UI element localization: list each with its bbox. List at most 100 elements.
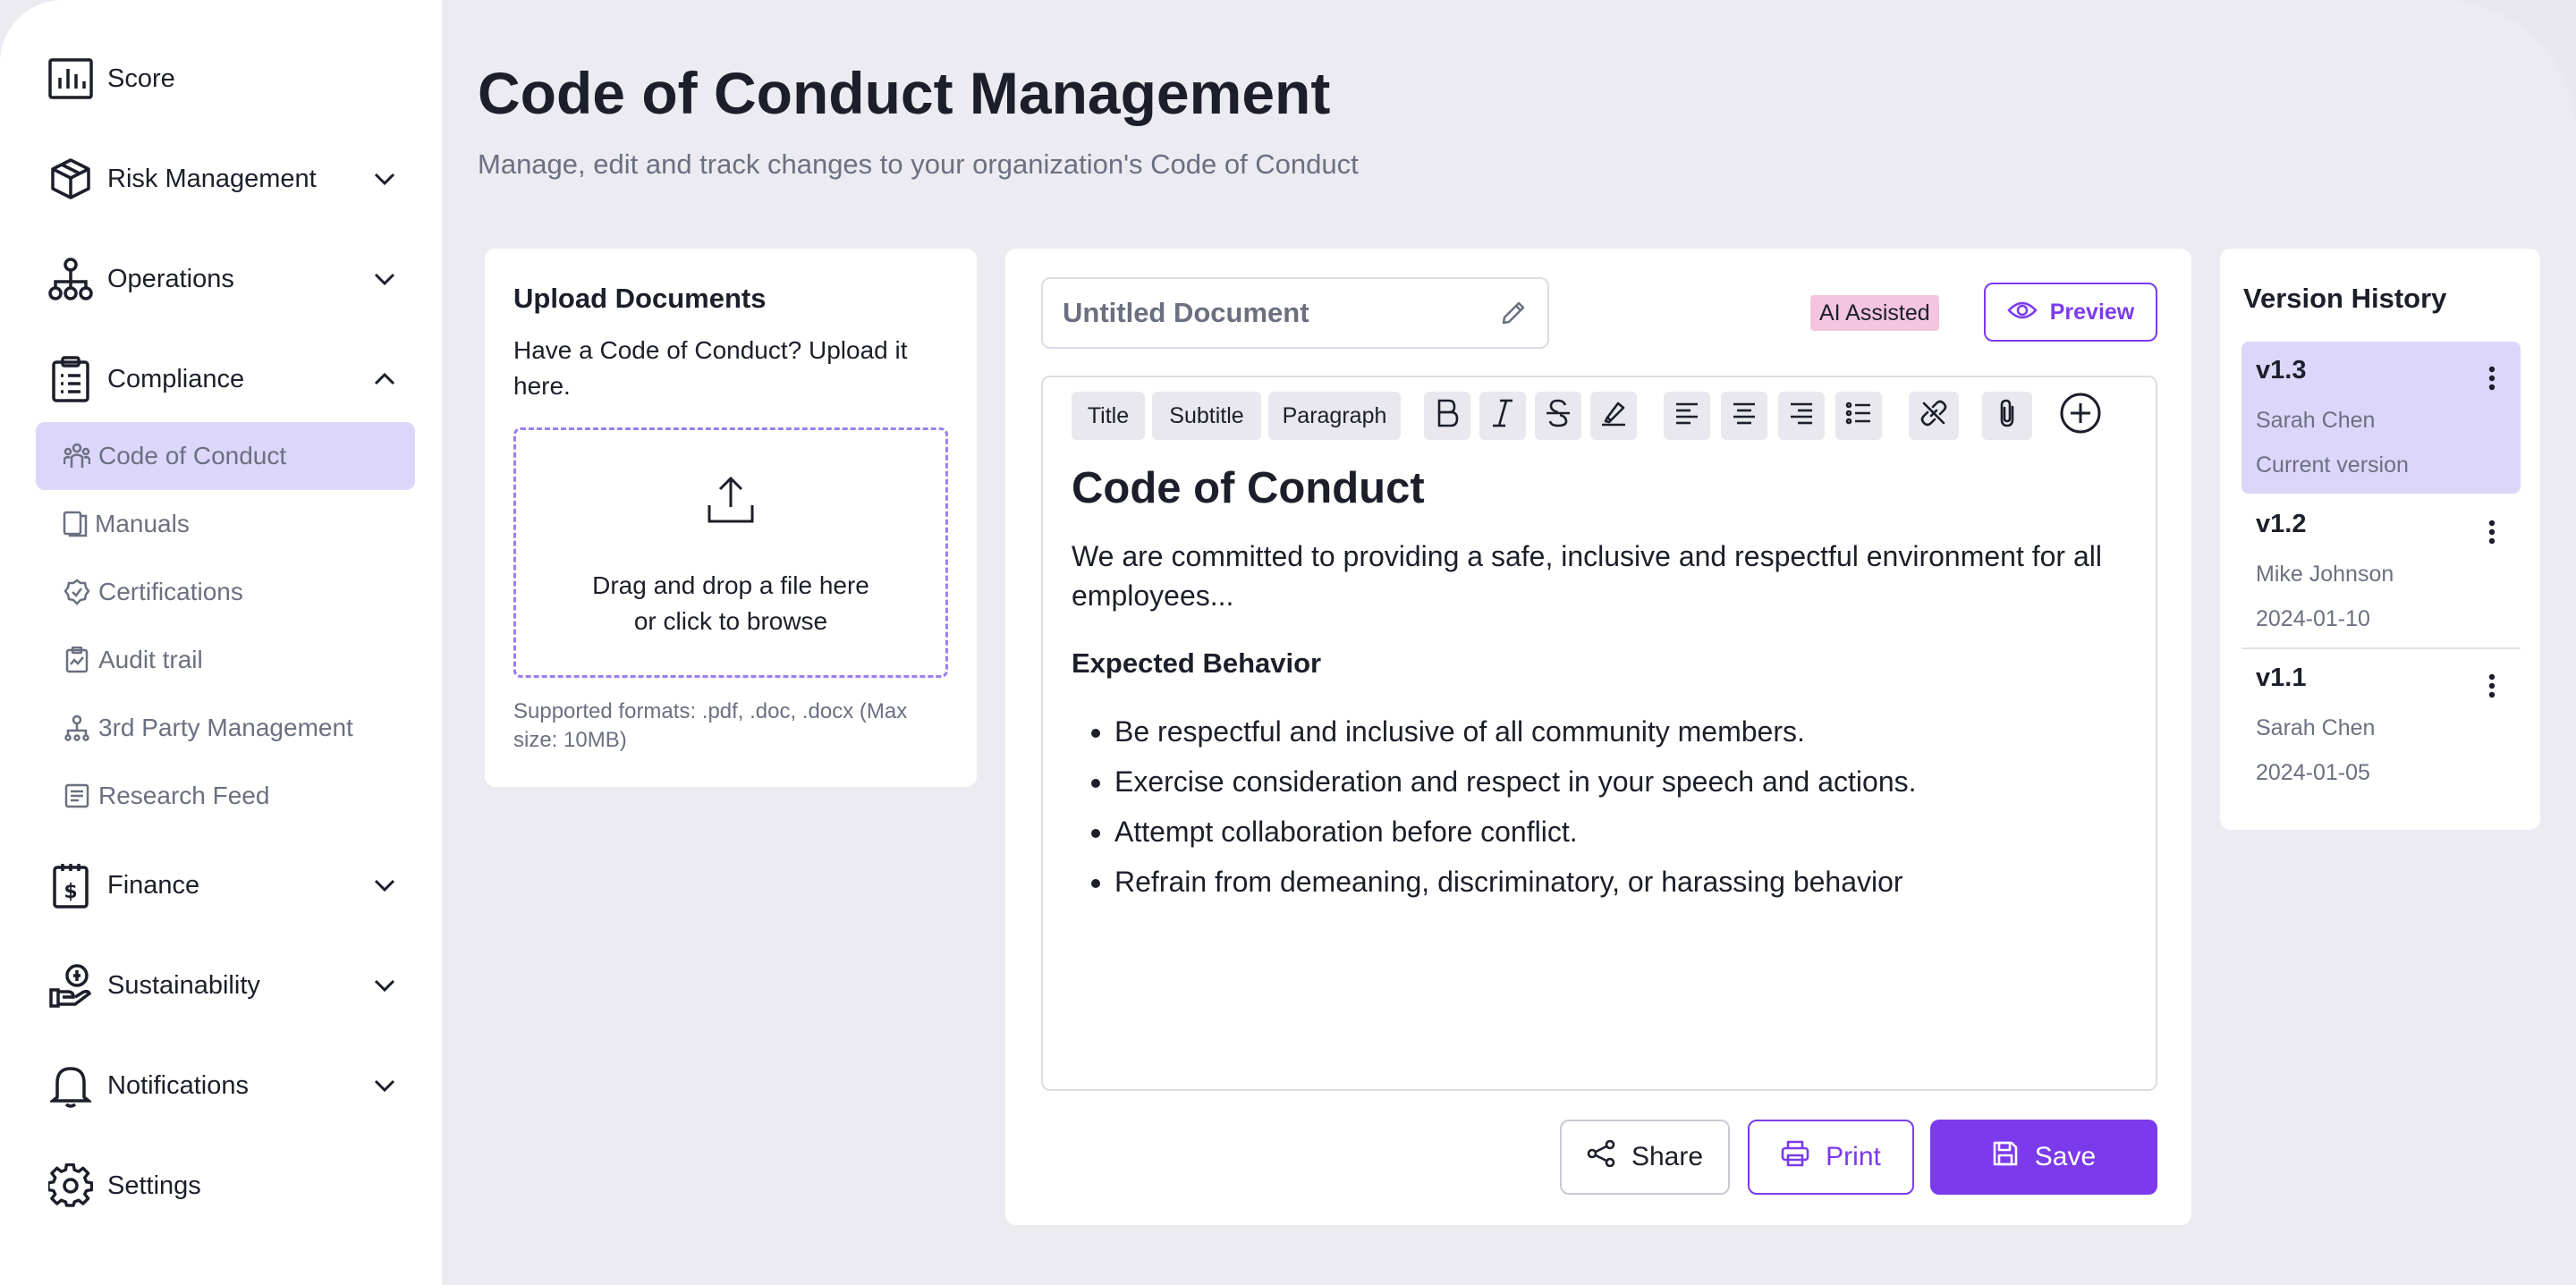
supported-formats-note: Supported formats: .pdf, .doc, .docx (Ma… bbox=[513, 699, 908, 752]
highlight-button[interactable] bbox=[1590, 392, 1637, 440]
pencil-icon[interactable] bbox=[1496, 295, 1531, 331]
sidebar-subitem-audit-trail[interactable]: Audit trail bbox=[36, 626, 415, 694]
chevron-down-icon[interactable] bbox=[367, 161, 402, 197]
eye-icon bbox=[2007, 300, 2038, 325]
content-bullet-list: Be respectful and inclusive of all commu… bbox=[1072, 706, 2127, 907]
page-title: Code of Conduct Management bbox=[478, 60, 1331, 126]
dropzone-text-line2: or click to browse bbox=[633, 607, 828, 635]
document-editor-card: Untitled Document AI Assisted Preview Ti… bbox=[1005, 249, 2191, 1225]
page-subtitle: Manage, edit and track changes to your o… bbox=[478, 148, 1359, 180]
format-subtitle-button[interactable]: Subtitle bbox=[1152, 392, 1261, 440]
content-section-heading: Expected Behavior bbox=[1072, 647, 1322, 679]
unlink-button[interactable] bbox=[1909, 392, 1959, 440]
version-history-title: Version History bbox=[2243, 283, 2447, 314]
upload-icon bbox=[704, 473, 758, 527]
document-title-field[interactable]: Untitled Document bbox=[1041, 277, 1549, 349]
bold-button[interactable] bbox=[1424, 392, 1470, 440]
save-button-label: Save bbox=[2034, 1142, 2097, 1171]
sidebar-item-label: Settings bbox=[107, 1171, 201, 1200]
sidebar-subitem-manuals[interactable]: Manuals bbox=[36, 490, 415, 558]
print-button[interactable]: Print bbox=[1748, 1120, 1914, 1195]
sidebar-item-label: Operations bbox=[107, 264, 234, 293]
file-dropzone[interactable]: Drag and drop a file here or click to br… bbox=[513, 427, 948, 678]
network-icon bbox=[45, 253, 97, 305]
version-number: v1.3 bbox=[2256, 356, 2307, 385]
share-button[interactable]: Share bbox=[1560, 1120, 1730, 1195]
preview-button-label: Preview bbox=[2049, 299, 2135, 325]
format-paragraph-button[interactable]: Paragraph bbox=[1268, 392, 1401, 440]
sidebar-item-notifications[interactable]: Notifications bbox=[36, 1057, 402, 1114]
save-icon bbox=[1992, 1140, 2019, 1174]
sidebar-item-finance[interactable]: $ Finance bbox=[36, 857, 402, 914]
audit-icon bbox=[63, 646, 91, 674]
version-author: Sarah Chen bbox=[2256, 715, 2376, 740]
upload-documents-card: Upload Documents Have a Code of Conduct?… bbox=[485, 249, 977, 787]
sidebar-item-label: Risk Management bbox=[107, 164, 317, 193]
book-icon bbox=[63, 510, 88, 538]
attach-button[interactable] bbox=[1982, 392, 2032, 440]
list-item: Refrain from demeaning, discriminatory, … bbox=[1114, 857, 2127, 907]
sidebar-item-label: Finance bbox=[107, 870, 200, 900]
sidebar-item-compliance[interactable]: Compliance bbox=[36, 351, 402, 408]
bold-icon bbox=[1436, 399, 1459, 434]
more-vertical-icon[interactable] bbox=[2483, 671, 2501, 701]
chevron-down-icon[interactable] bbox=[367, 261, 402, 297]
sidebar-item-score[interactable]: Score bbox=[36, 50, 402, 107]
strikethrough-icon bbox=[1546, 399, 1571, 434]
insert-button[interactable] bbox=[2055, 392, 2106, 440]
content-heading: Code of Conduct bbox=[1072, 464, 1425, 512]
align-left-button[interactable] bbox=[1664, 392, 1710, 440]
list-icon bbox=[1845, 402, 1872, 431]
sidebar-item-risk-management[interactable]: Risk Management bbox=[36, 150, 402, 207]
format-title-button[interactable]: Title bbox=[1072, 392, 1145, 440]
sidebar: Score Risk Management Operations Complia… bbox=[0, 0, 442, 1285]
list-item: Attempt collaboration before conflict. bbox=[1114, 807, 2127, 857]
more-vertical-icon[interactable] bbox=[2483, 517, 2501, 547]
bullet-list-button[interactable] bbox=[1835, 392, 1882, 440]
sidebar-subitem-certifications[interactable]: Certifications bbox=[36, 558, 415, 626]
italic-icon bbox=[1491, 399, 1514, 434]
version-author: Sarah Chen bbox=[2256, 408, 2376, 433]
save-button[interactable]: Save bbox=[1930, 1120, 2157, 1195]
version-item-v1-2[interactable]: v1.2 Mike Johnson 2024-01-10 bbox=[2241, 495, 2521, 647]
strikethrough-button[interactable] bbox=[1535, 392, 1581, 440]
upload-card-title: Upload Documents bbox=[513, 283, 767, 314]
sustainability-icon bbox=[45, 960, 97, 1011]
paperclip-icon bbox=[1996, 398, 2018, 435]
feed-icon bbox=[63, 782, 91, 810]
rich-text-editor[interactable]: Title Subtitle Paragraph Code of Conduct… bbox=[1041, 376, 2157, 1091]
hierarchy-icon bbox=[63, 714, 91, 742]
chevron-up-icon[interactable] bbox=[367, 361, 402, 397]
sidebar-item-settings[interactable]: Settings bbox=[36, 1157, 402, 1214]
chevron-down-icon[interactable] bbox=[367, 968, 402, 1003]
sidebar-subitem-code-of-conduct[interactable]: Code of Conduct bbox=[36, 422, 415, 490]
chevron-down-icon[interactable] bbox=[367, 867, 402, 903]
align-right-button[interactable] bbox=[1778, 392, 1825, 440]
sidebar-subitem-research-feed[interactable]: Research Feed bbox=[36, 762, 415, 830]
sidebar-item-label: Notifications bbox=[107, 1070, 249, 1100]
align-left-icon bbox=[1674, 402, 1699, 431]
version-item-v1-3[interactable]: v1.3 Sarah Chen Current version bbox=[2241, 342, 2521, 494]
version-history-card: Version History v1.3 Sarah Chen Current … bbox=[2220, 249, 2540, 830]
document-content[interactable]: Code of Conduct We are committed to prov… bbox=[1072, 463, 2127, 907]
gear-icon bbox=[45, 1160, 97, 1212]
clipboard-icon bbox=[45, 353, 97, 405]
cube-icon bbox=[45, 153, 97, 205]
sidebar-item-sustainability[interactable]: Sustainability bbox=[36, 957, 402, 1014]
chevron-down-icon[interactable] bbox=[367, 1068, 402, 1103]
sidebar-subitem-label: Research Feed bbox=[98, 782, 270, 809]
preview-button[interactable]: Preview bbox=[1984, 283, 2157, 342]
italic-button[interactable] bbox=[1479, 392, 1526, 440]
version-item-v1-1[interactable]: v1.1 Sarah Chen 2024-01-05 bbox=[2241, 649, 2521, 801]
sidebar-subitem-3rd-party-management[interactable]: 3rd Party Management bbox=[36, 694, 415, 762]
sidebar-subitem-label: Code of Conduct bbox=[98, 442, 287, 469]
sidebar-item-operations[interactable]: Operations bbox=[36, 250, 402, 308]
sidebar-item-label: Sustainability bbox=[107, 970, 260, 1000]
align-center-button[interactable] bbox=[1721, 392, 1767, 440]
more-vertical-icon[interactable] bbox=[2483, 363, 2501, 393]
version-number: v1.1 bbox=[2256, 664, 2307, 692]
upload-card-description: Have a Code of Conduct? Upload it here. bbox=[513, 336, 908, 400]
list-item: Be respectful and inclusive of all commu… bbox=[1114, 706, 2127, 757]
badge-icon bbox=[63, 578, 91, 606]
highlighter-icon bbox=[1600, 400, 1627, 433]
